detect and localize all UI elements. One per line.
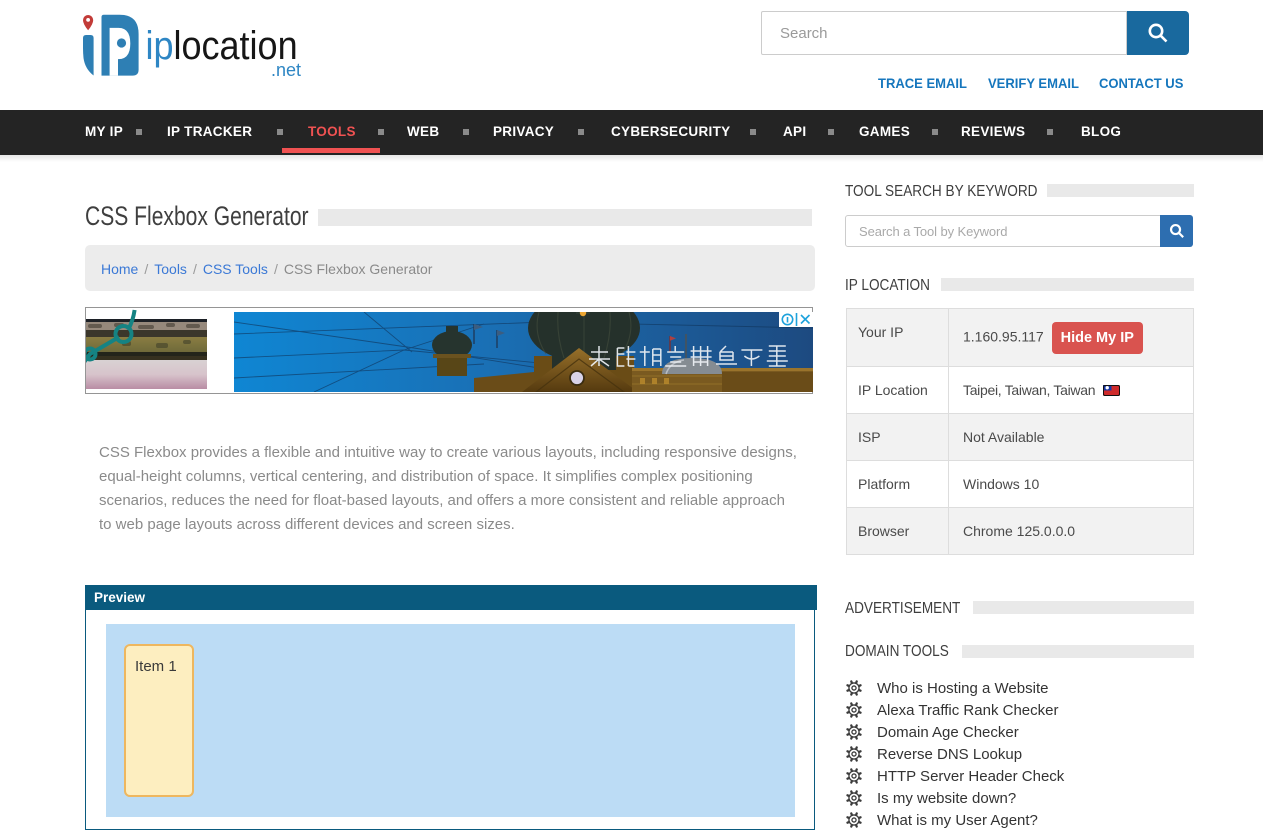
svg-text:.net: .net <box>271 60 301 80</box>
